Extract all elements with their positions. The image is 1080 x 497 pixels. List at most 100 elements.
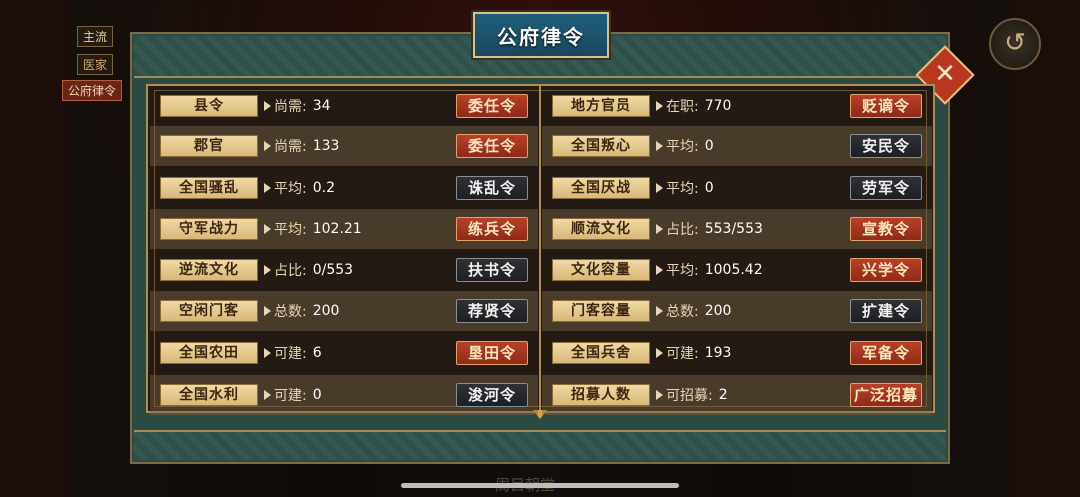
stat-key: 可建: <box>274 346 307 362</box>
stat-value: 193 <box>704 345 732 361</box>
stat-label: 全国兵舍 <box>552 342 650 364</box>
stat-value: 2 <box>718 387 728 403</box>
stat-label: 逆流文化 <box>160 259 258 281</box>
pointer-arrow-icon <box>656 306 663 316</box>
decree-row: 招募人数 可招募: 2 广泛招募 <box>542 375 932 415</box>
decree-button[interactable]: 劳军令 <box>850 176 922 200</box>
stat-key: 占比: <box>666 222 699 238</box>
stat-value: 770 <box>704 98 732 114</box>
stat-key: 平均: <box>666 263 699 279</box>
pointer-arrow-icon <box>264 348 271 358</box>
panel-footer-band <box>134 430 946 460</box>
pointer-arrow-icon <box>656 265 663 275</box>
stat-value: 0.2 <box>312 180 335 196</box>
pointer-arrow-icon <box>656 224 663 234</box>
pointer-arrow-icon <box>264 224 271 234</box>
decree-row: 全国骚乱 平均: 0.2 诛乱令 <box>150 168 538 208</box>
decree-button[interactable]: 荐贤令 <box>456 299 528 323</box>
decree-row: 全国厌战 平均: 0 劳军令 <box>542 168 932 208</box>
decree-button[interactable]: 浚河令 <box>456 383 528 407</box>
stat-key: 总数: <box>274 304 307 320</box>
decree-row: 郡官 尚需: 133 委任令 <box>150 126 538 166</box>
decree-button[interactable]: 广泛招募 <box>850 383 922 407</box>
decree-button[interactable]: 兴学令 <box>850 258 922 282</box>
stat-value: 200 <box>312 303 340 319</box>
decree-button[interactable]: 委任令 <box>456 94 528 118</box>
stat-label: 守军战力 <box>160 218 258 240</box>
home-indicator[interactable] <box>401 483 679 488</box>
decree-button[interactable]: 贬谪令 <box>850 94 922 118</box>
decree-button[interactable]: 垦田令 <box>456 341 528 365</box>
stat-key: 可建: <box>666 346 699 362</box>
stat-label: 郡官 <box>160 135 258 157</box>
stat-label: 县令 <box>160 95 258 117</box>
back-button[interactable]: ↺ <box>989 18 1041 70</box>
decree-row: 全国水利 可建: 0 浚河令 <box>150 375 538 415</box>
decree-button[interactable]: 安民令 <box>850 134 922 158</box>
stat-key: 占比: <box>274 263 307 279</box>
stat-value: 200 <box>704 303 732 319</box>
decree-row: 地方官员 在职: 770 贬谪令 <box>542 86 932 126</box>
pointer-arrow-icon <box>656 101 663 111</box>
stat-value: 133 <box>312 138 340 154</box>
stat-key: 平均: <box>274 181 307 197</box>
decree-row: 逆流文化 占比: 0/553 扶书令 <box>150 250 538 290</box>
decree-button[interactable]: 扶书令 <box>456 258 528 282</box>
pointer-arrow-icon <box>264 306 271 316</box>
decree-button[interactable]: 宣教令 <box>850 217 922 241</box>
stat-label: 门客容量 <box>552 300 650 322</box>
stat-label: 全国水利 <box>160 384 258 406</box>
stat-value: 34 <box>312 98 331 114</box>
stat-key: 尚需: <box>274 139 307 155</box>
stat-key: 尚需: <box>274 99 307 115</box>
decree-button[interactable]: 练兵令 <box>456 217 528 241</box>
decree-button[interactable]: 扩建令 <box>850 299 922 323</box>
decree-row: 文化容量 平均: 1005.42 兴学令 <box>542 250 932 290</box>
pointer-arrow-icon <box>656 390 663 400</box>
stat-key: 可建: <box>274 388 307 404</box>
stat-label: 顺流文化 <box>552 218 650 240</box>
stat-value: 1005.42 <box>704 262 763 278</box>
stat-value: 0 <box>704 138 714 154</box>
pointer-arrow-icon <box>264 265 271 275</box>
stat-label: 全国农田 <box>160 342 258 364</box>
pointer-arrow-icon <box>264 183 271 193</box>
decree-button[interactable]: 军备令 <box>850 341 922 365</box>
pointer-arrow-icon <box>656 348 663 358</box>
hud-tag-mainstream[interactable]: 主流 <box>77 26 114 47</box>
stat-label: 空闲门客 <box>160 300 258 322</box>
back-arrow-icon: ↺ <box>1004 28 1026 58</box>
hud-tag-school[interactable]: 医家 <box>77 54 114 75</box>
stat-key: 平均: <box>666 139 699 155</box>
stat-key: 可招募: <box>666 388 713 404</box>
stat-key: 平均: <box>666 181 699 197</box>
stat-key: 在职: <box>666 99 699 115</box>
pointer-arrow-icon <box>264 141 271 151</box>
decree-row: 全国农田 可建: 6 垦田令 <box>150 333 538 373</box>
decree-row: 全国叛心 平均: 0 安民令 <box>542 126 932 166</box>
stat-label: 全国骚乱 <box>160 177 258 199</box>
stat-label: 全国厌战 <box>552 177 650 199</box>
column-divider <box>539 86 541 411</box>
decree-row: 顺流文化 占比: 553/553 宣教令 <box>542 209 932 249</box>
pointer-arrow-icon <box>264 101 271 111</box>
stat-value: 553/553 <box>704 221 763 237</box>
stat-key: 总数: <box>666 304 699 320</box>
decree-button[interactable]: 委任令 <box>456 134 528 158</box>
pointer-arrow-icon <box>656 183 663 193</box>
stat-value: 102.21 <box>312 221 362 237</box>
decree-button[interactable]: 诛乱令 <box>456 176 528 200</box>
panel-title: 公府律令 <box>471 10 611 60</box>
pointer-arrow-icon <box>264 390 271 400</box>
stat-label: 地方官员 <box>552 95 650 117</box>
stat-value: 0 <box>312 387 322 403</box>
decree-row: 县令 尚需: 34 委任令 <box>150 86 538 126</box>
stat-value: 0 <box>704 180 714 196</box>
stat-value: 6 <box>312 345 322 361</box>
stat-value: 0/553 <box>312 262 354 278</box>
decree-row: 空闲门客 总数: 200 荐贤令 <box>150 291 538 331</box>
hud-tag-decrees[interactable]: 公府律令 <box>62 80 123 101</box>
decree-row: 门客容量 总数: 200 扩建令 <box>542 291 932 331</box>
stat-label: 文化容量 <box>552 259 650 281</box>
decree-row: 全国兵舍 可建: 193 军备令 <box>542 333 932 373</box>
